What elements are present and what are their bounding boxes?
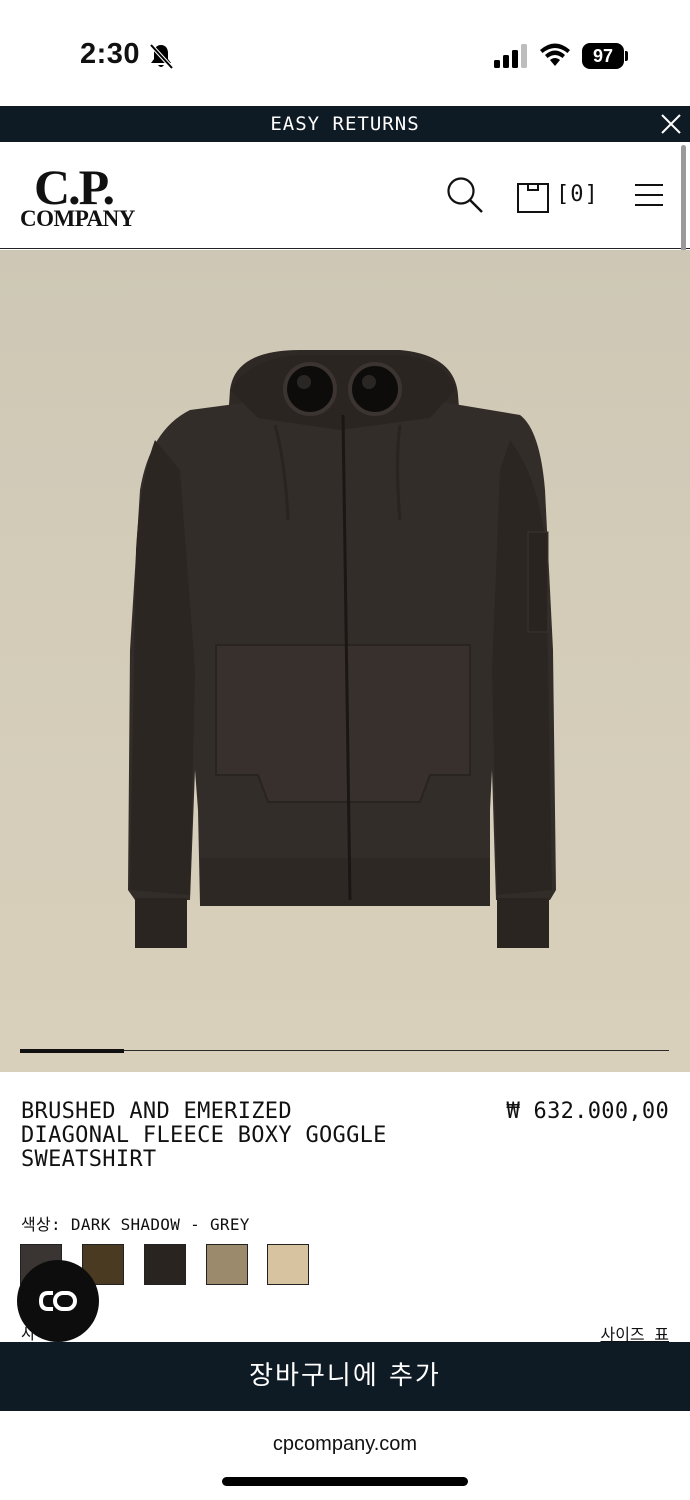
- color-label: 색상: DARK SHADOW - GREY: [21, 1215, 250, 1234]
- cellular-signal-icon: [494, 44, 527, 68]
- close-icon[interactable]: [660, 113, 682, 135]
- product-price: ₩ 632.000,00: [506, 1099, 669, 1124]
- gallery-progress-indicator: [20, 1048, 124, 1053]
- chat-widget-icon: [38, 1291, 77, 1311]
- color-swatch[interactable]: [144, 1244, 186, 1285]
- battery-cap: [625, 51, 628, 61]
- browser-url[interactable]: cpcompany.com: [0, 1433, 690, 1456]
- home-indicator[interactable]: [222, 1477, 468, 1486]
- promo-banner: EASY RETURNS: [0, 106, 690, 142]
- product-image-gallery[interactable]: [0, 250, 690, 1072]
- chat-widget-button[interactable]: [17, 1260, 99, 1342]
- logo-text-line1: C.P.: [34, 159, 115, 215]
- browser-address-bar: cpcompany.com: [0, 1411, 690, 1500]
- bell-slash-icon: [149, 43, 174, 70]
- product-title: BRUSHED AND EMERIZED DIAGONAL FLEECE BOX…: [21, 1099, 387, 1172]
- logo-text-line2: COMPANY: [20, 206, 135, 231]
- color-swatch[interactable]: [267, 1244, 309, 1285]
- color-swatch[interactable]: [206, 1244, 248, 1285]
- hamburger-menu-icon[interactable]: [634, 182, 664, 208]
- status-bar: 2:30 97: [0, 0, 690, 106]
- add-to-cart-button[interactable]: 장바구니에 추가: [0, 1342, 690, 1411]
- wifi-icon: [540, 43, 570, 66]
- battery-level: 97: [582, 43, 624, 69]
- product-photo-hoodie: [128, 350, 556, 948]
- brand-logo[interactable]: C.P. COMPANY: [20, 162, 140, 232]
- status-time: 2:30: [80, 38, 141, 70]
- site-header: C.P. COMPANY [0]: [0, 142, 690, 249]
- shopping-bag-icon[interactable]: [516, 178, 550, 214]
- bag-count[interactable]: [0]: [556, 182, 599, 207]
- promo-text: EASY RETURNS: [270, 113, 420, 135]
- search-icon[interactable]: [445, 175, 485, 215]
- battery-icon: 97: [582, 43, 628, 69]
